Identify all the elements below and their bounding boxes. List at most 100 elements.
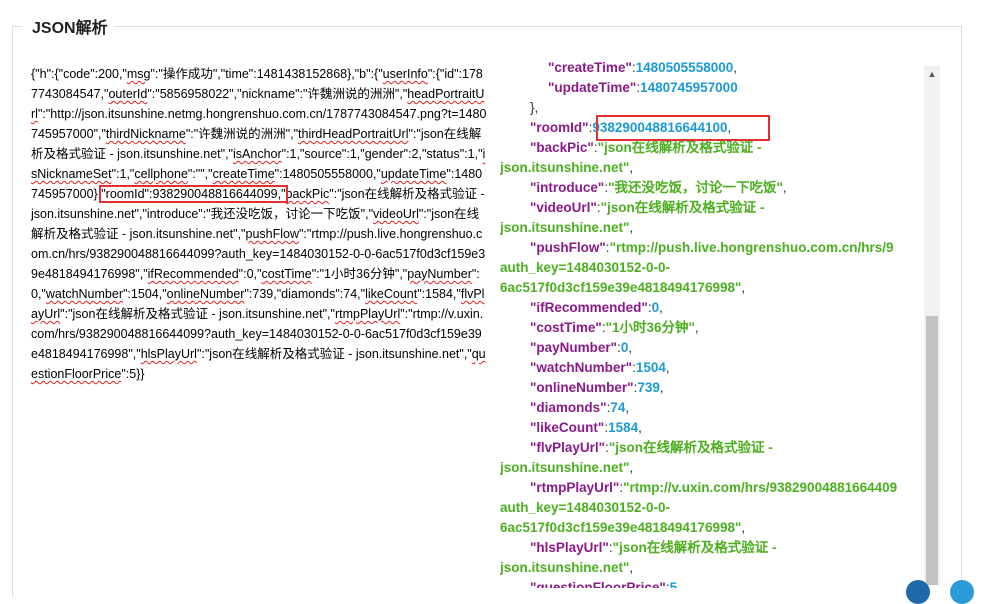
json-tree-line: "videoUrl":"json在线解析及格式验证 - [530,198,765,218]
json-tree-line: "rtmpPlayUrl":"rtmp://v.uxin.com/hrs/938… [530,478,897,498]
raw-json-key: ifRecommended [147,267,239,281]
raw-json-text: ":739,"diamonds":74," [244,287,366,301]
raw-json-key: backPic [285,187,330,201]
json-tree-line: 6ac517f0d3cf159e39e4818494176998", [500,278,745,298]
raw-json-text: ":"许魏洲说的洲洲"," [185,127,299,141]
json-key: "hlsPlayUrl" [530,540,609,555]
json-tree-line: "introduce":"我还没吃饭，讨论一下吃饭", [530,178,787,198]
json-string-value: json.itsunshine.net" [500,220,630,235]
json-key: "videoUrl" [530,200,597,215]
raw-json-text: ":""," [187,167,213,181]
raw-json-text: ":1584," [417,287,461,301]
json-string-value: "rtmp://v.uxin.com/hrs/93829004881664409 [623,480,898,495]
json-punctuation: , [625,400,630,415]
raw-json-key: videoUrl [373,207,419,221]
raw-json-key: rtmpPlayUrl [334,307,401,321]
raw-json-key: createTime [212,167,275,181]
json-punctuation: , [741,520,746,535]
json-tree-line: "createTime":1480505558000, [548,58,737,78]
json-tree-line: 6ac517f0d3cf159e39e4818494176998", [500,518,745,538]
raw-json-text: ":1,"source":1,"gender":2,"status":1," [281,147,483,161]
json-tree-line: }, [530,98,538,118]
raw-json-key: isAnchor [233,147,282,161]
json-tree-line: json.itsunshine.net", [500,158,633,178]
json-key: "introduce" [530,180,605,195]
json-number-value: 74 [610,400,626,415]
json-punctuation: , [741,280,746,295]
json-number-value: 0 [651,300,660,315]
json-key: "backPic" [530,140,594,155]
json-tree-line: json.itsunshine.net", [500,558,633,578]
json-tree-line: "payNumber":0, [530,338,632,358]
json-string-value: "rtmp://push.live.hongrenshuo.com.cn/hrs… [609,240,894,255]
json-key: "pushFlow" [530,240,606,255]
json-tree-line: "diamonds":74, [530,398,629,418]
json-tree-line: "updateTime":1480745957000 [548,78,738,98]
raw-json-key: outerId [108,87,148,101]
json-key: "watchNumber" [530,360,633,375]
json-number-value: 739 [637,380,660,395]
json-key: "flvPlayUrl" [530,440,606,455]
json-tree-line: "questionFloorPrice":5 [530,578,677,588]
raw-json-text: ":"json在线解析及格式验证 - json.itsunshine.net",… [196,347,472,361]
tree-scrollbar[interactable]: ▲ [924,66,940,585]
json-string-value: 6ac517f0d3cf159e39e4818494176998" [500,280,742,295]
raw-json-text: ":1480505558000," [274,167,381,181]
raw-json-key: onlineNumber [166,287,245,301]
raw-json-text: ":1," [111,167,135,181]
json-tree-line: "onlineNumber":739, [530,378,664,398]
raw-json-text: ":"json在线解析及格式验证 - json.itsunshine.net",… [60,307,335,321]
json-string-value: "json在线解析及格式验证 - [600,200,765,215]
raw-json-key: watchNumber [45,287,123,301]
json-string-value: 6ac517f0d3cf159e39e4818494176998" [500,520,742,535]
json-tree-line: "watchNumber":1504, [530,358,670,378]
json-tree-line: auth_key=1484030152-0-0- [500,258,670,278]
json-string-value: json.itsunshine.net" [500,160,630,175]
raw-json-text: ":"操作成功","time":1481438152868},"b":{" [150,67,383,81]
json-key: "ifRecommended" [530,300,648,315]
json-tree-line: "pushFlow":"rtmp://push.live.hongrenshuo… [530,238,894,258]
json-key: "likeCount" [530,420,605,435]
raw-json-key: costTime [261,267,312,281]
raw-json-key: userInfo [382,67,428,81]
floating-action-button[interactable] [906,580,930,604]
json-string-value: "我还没吃饭，讨论一下吃饭" [608,180,783,195]
json-tree-line: "costTime":"1小时36分钟", [530,318,699,338]
json-punctuation: , [659,300,663,315]
json-key: "onlineNumber" [530,380,634,395]
json-punctuation: , [629,220,634,235]
scroll-up-icon[interactable]: ▲ [924,66,940,82]
json-punctuation: , [629,460,634,475]
raw-json-text: {"h":{"code":200," [31,67,127,81]
json-tree-line: "backPic":"json在线解析及格式验证 - [530,138,762,158]
json-string-value: "json在线解析及格式验证 - [608,440,773,455]
scrollbar-thumb[interactable] [926,316,938,585]
json-string-value: auth_key=1484030152-0-0- [500,260,670,275]
json-key: "diamonds" [530,400,607,415]
raw-json-input[interactable]: {"h":{"code":200,"msg":"操作成功","time":148… [31,64,487,594]
json-number-value: 1480745957000 [640,80,738,95]
json-punctuation: , [628,340,633,355]
json-tree-line: "flvPlayUrl":"json在线解析及格式验证 - [530,438,773,458]
raw-json-text: ":0," [238,267,262,281]
roomid-highlight-box [596,115,770,141]
raw-json-key: thirdNickname [105,127,186,141]
raw-json-text: ":1504," [123,287,167,301]
json-tree-line: auth_key=1484030152-0-0- [500,498,670,518]
raw-json-key: cellphone [134,167,188,181]
json-number-value: 1584 [608,420,639,435]
section-title: JSON解析 [22,14,114,38]
raw-json-key: pushFlow [245,227,300,241]
json-string-value: json.itsunshine.net" [500,460,630,475]
json-punctuation: , [782,180,787,195]
json-tree-line: json.itsunshine.net", [500,218,633,238]
raw-json-text: ":"5856958022","nickname":"许魏洲说的洲洲"," [147,87,408,101]
raw-json-key: updateTime [380,167,447,181]
json-punctuation: , [629,560,634,575]
json-punctuation: , [638,420,642,435]
json-punctuation: , [629,160,634,175]
raw-json-key: payNumber [407,267,472,281]
floating-action-button-secondary[interactable] [950,580,974,604]
json-tree-line: json.itsunshine.net", [500,458,633,478]
json-string-value: json.itsunshine.net" [500,560,630,575]
